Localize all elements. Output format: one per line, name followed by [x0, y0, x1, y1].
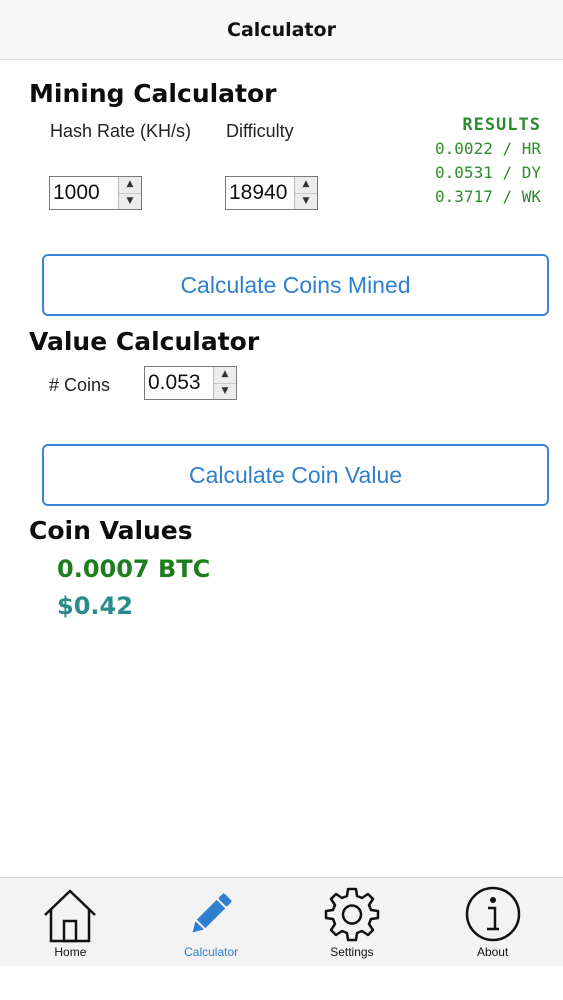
decrement-icon[interactable]: ▼: [295, 194, 317, 210]
page-title: Calculator: [227, 18, 336, 41]
nav-about-label: About: [476, 945, 509, 959]
calculate-coins-mined-button[interactable]: Calculate Coins Mined: [42, 254, 549, 316]
gear-icon: [322, 884, 382, 944]
result-per-day: 0.0531 / DY: [435, 163, 541, 182]
difficulty-spinner[interactable]: ▲ ▼: [294, 177, 317, 209]
decrement-icon[interactable]: ▼: [119, 194, 141, 210]
calculate-coin-value-button[interactable]: Calculate Coin Value: [42, 444, 549, 506]
result-per-hour: 0.0022 / HR: [435, 139, 541, 158]
nav-home[interactable]: Home: [0, 878, 141, 966]
coins-label: # Coins: [49, 375, 111, 395]
mining-calculator-title: Mining Calculator: [29, 79, 277, 108]
increment-icon[interactable]: ▲: [214, 367, 236, 384]
decrement-icon[interactable]: ▼: [214, 384, 236, 400]
result-per-week: 0.3717 / WK: [435, 187, 541, 206]
nav-settings[interactable]: Settings: [282, 878, 423, 966]
increment-icon[interactable]: ▲: [295, 177, 317, 194]
coins-stepper[interactable]: ▲ ▼: [144, 366, 237, 400]
value-calculator-title: Value Calculator: [29, 327, 260, 356]
nav-settings-label: Settings: [330, 945, 374, 959]
coin-values-title: Coin Values: [29, 516, 193, 545]
coins-spinner[interactable]: ▲ ▼: [213, 367, 236, 399]
nav-calculator[interactable]: Calculator: [141, 878, 282, 966]
hash-rate-label: Hash Rate (KH/s): [50, 121, 192, 141]
btc-value: 0.0007 BTC: [57, 555, 211, 583]
hash-rate-spinner[interactable]: ▲ ▼: [118, 177, 141, 209]
app-header: Calculator: [0, 0, 563, 60]
nav-about[interactable]: About: [422, 878, 563, 966]
difficulty-stepper[interactable]: ▲ ▼: [225, 176, 318, 210]
info-icon: [463, 884, 523, 944]
results-heading: RESULTS: [462, 115, 541, 135]
nav-home-label: Home: [54, 945, 87, 959]
difficulty-input[interactable]: [226, 177, 294, 209]
increment-icon[interactable]: ▲: [119, 177, 141, 194]
results-panel: RESULTS 0.0022 / HR 0.0531 / DY 0.3717 /…: [435, 113, 541, 209]
usd-value: $0.42: [57, 592, 133, 620]
pencil-icon: [181, 884, 241, 944]
hash-rate-input[interactable]: [50, 177, 118, 209]
coins-input[interactable]: [145, 367, 213, 399]
difficulty-label: Difficulty: [226, 121, 294, 141]
nav-calculator-label: Calculator: [184, 945, 239, 959]
hash-rate-stepper[interactable]: ▲ ▼: [49, 176, 142, 210]
home-icon: [40, 884, 100, 944]
bottom-nav: Home Calculator Settings About: [0, 877, 563, 966]
